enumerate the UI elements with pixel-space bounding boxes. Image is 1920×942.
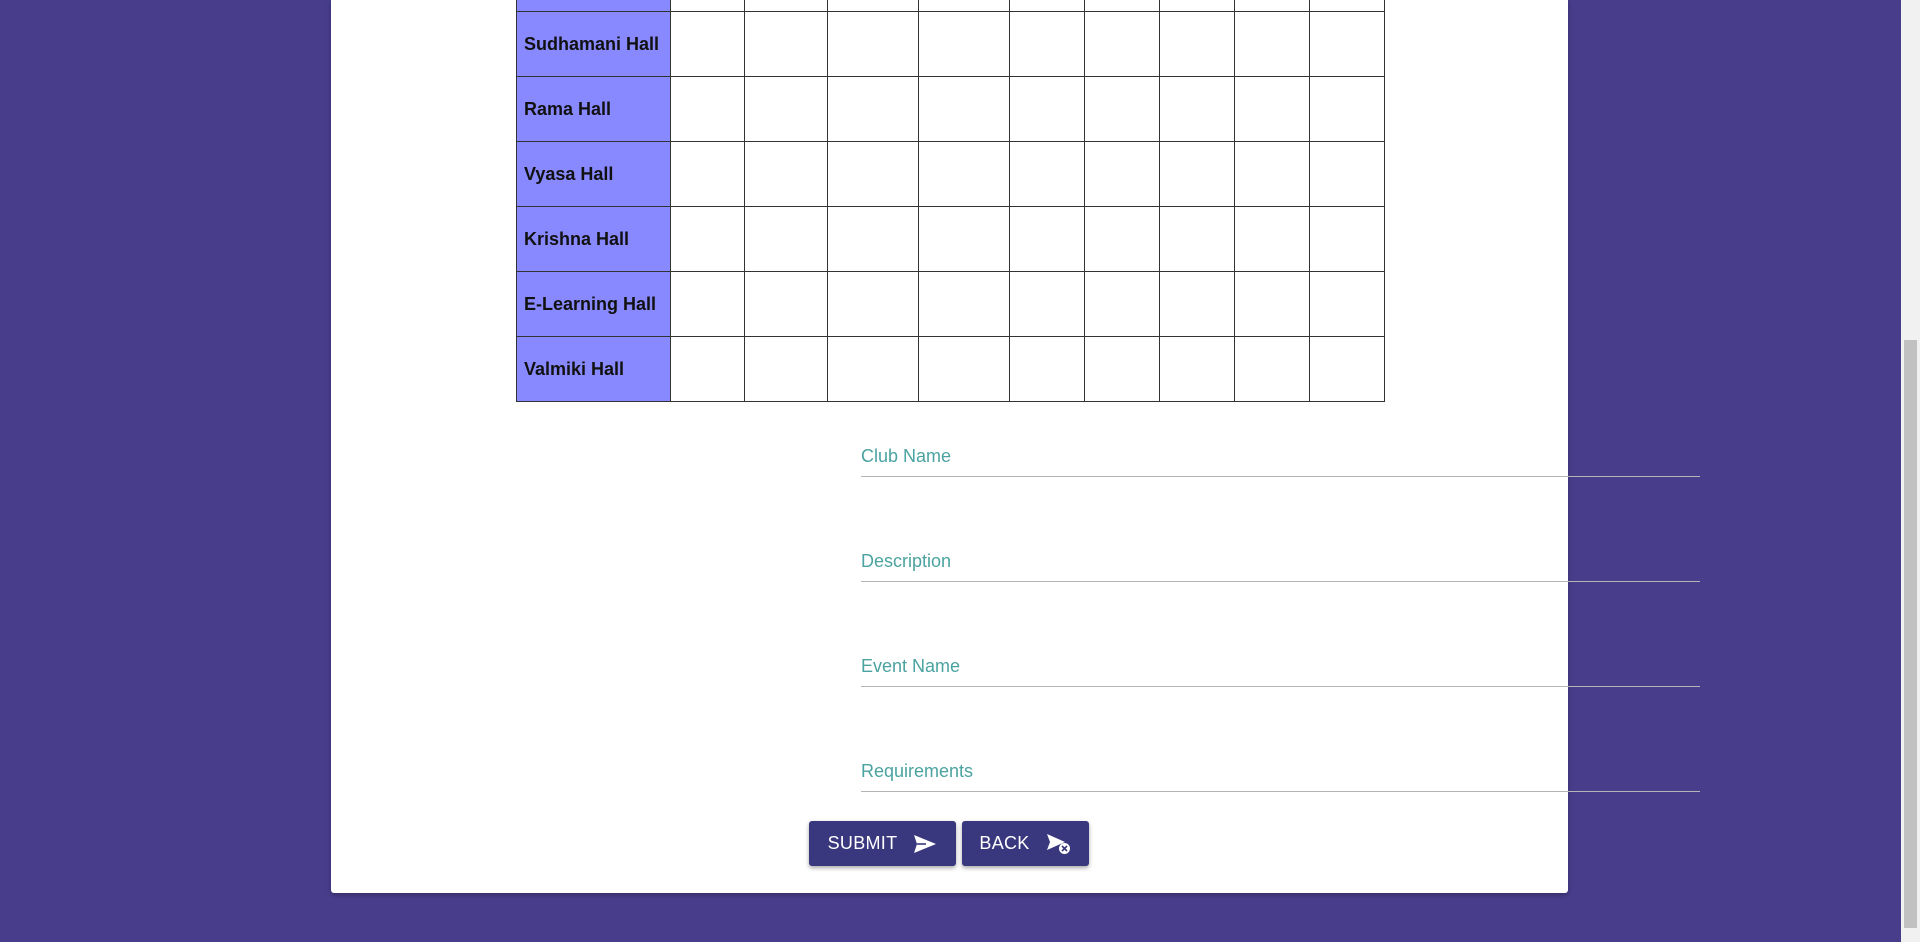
back-button[interactable]: BACK	[962, 821, 1089, 866]
slot-cell[interactable]	[1159, 0, 1235, 12]
event-name-field[interactable]	[861, 646, 1700, 687]
event-name-input[interactable]	[861, 646, 1700, 686]
hall-name-cell: Valmiki Hall	[516, 336, 671, 402]
slot-cell[interactable]	[1159, 271, 1235, 337]
slot-cell[interactable]	[1234, 76, 1310, 142]
slot-cell[interactable]	[918, 271, 1010, 337]
slot-cell[interactable]	[1159, 11, 1235, 77]
slot-cell[interactable]	[1009, 11, 1085, 77]
slot-cell[interactable]	[1009, 76, 1085, 142]
slot-cell[interactable]	[1309, 206, 1385, 272]
slot-cell[interactable]	[744, 11, 828, 77]
slot-cell[interactable]	[1159, 336, 1235, 402]
table-row: Sudhamani Hall	[516, 11, 1385, 77]
page-scrollbar[interactable]	[1901, 0, 1920, 942]
slot-cell[interactable]	[670, 271, 745, 337]
table-row: Rama Hall	[516, 76, 1385, 142]
slot-cell[interactable]	[1234, 336, 1310, 402]
table-row	[516, 0, 1385, 12]
slot-cell[interactable]	[670, 206, 745, 272]
slot-cell[interactable]	[1309, 271, 1385, 337]
slot-cell[interactable]	[827, 0, 919, 12]
slot-cell[interactable]	[918, 76, 1010, 142]
slot-cell[interactable]	[1009, 336, 1085, 402]
hall-name-cell: E-Learning Hall	[516, 271, 671, 337]
hall-name-cell: Sudhamani Hall	[516, 11, 671, 77]
slot-cell[interactable]	[1309, 76, 1385, 142]
slot-cell[interactable]	[670, 336, 745, 402]
slot-cell[interactable]	[1159, 76, 1235, 142]
club-name-input[interactable]	[861, 436, 1700, 476]
slot-cell[interactable]	[744, 206, 828, 272]
submit-button[interactable]: SUBMIT	[809, 821, 956, 866]
slot-cell[interactable]	[1084, 271, 1160, 337]
slot-cell[interactable]	[1084, 141, 1160, 207]
slot-cell[interactable]	[918, 11, 1010, 77]
requirements-input[interactable]	[861, 751, 1700, 791]
slot-cell[interactable]	[1309, 11, 1385, 77]
table-row: Krishna Hall	[516, 206, 1385, 272]
slot-cell[interactable]	[827, 141, 919, 207]
slot-cell[interactable]	[827, 11, 919, 77]
slot-cell[interactable]	[670, 141, 745, 207]
slot-cell[interactable]	[1159, 141, 1235, 207]
description-field[interactable]	[861, 541, 1700, 582]
send-icon	[913, 834, 937, 854]
table-row: Valmiki Hall	[516, 336, 1385, 402]
slot-cell[interactable]	[918, 206, 1010, 272]
slot-cell[interactable]	[1234, 141, 1310, 207]
slot-cell[interactable]	[670, 76, 745, 142]
slot-cell[interactable]	[744, 271, 828, 337]
submit-label: SUBMIT	[827, 833, 898, 853]
hall-schedule-table: Sudhamani Hall Rama Hall Vyasa Hall Krishna…	[516, 0, 1385, 402]
slot-cell[interactable]	[1084, 0, 1160, 12]
slot-cell[interactable]	[1234, 206, 1310, 272]
slot-cell[interactable]	[1084, 206, 1160, 272]
table-row: E-Learning Hall	[516, 271, 1385, 337]
slot-cell[interactable]	[827, 336, 919, 402]
slot-cell[interactable]	[1009, 206, 1085, 272]
slot-cell[interactable]	[1009, 0, 1085, 12]
slot-cell[interactable]	[744, 336, 828, 402]
slot-cell[interactable]	[1084, 76, 1160, 142]
slot-cell[interactable]	[918, 141, 1010, 207]
slot-cell[interactable]	[1309, 0, 1385, 12]
slot-cell[interactable]	[1084, 336, 1160, 402]
club-name-field[interactable]	[861, 436, 1700, 477]
slot-cell[interactable]	[1309, 141, 1385, 207]
slot-cell[interactable]	[1234, 11, 1310, 77]
hall-name-cell: Vyasa Hall	[516, 141, 671, 207]
hall-name-cell	[516, 0, 671, 12]
slot-cell[interactable]	[744, 76, 828, 142]
slot-cell[interactable]	[1009, 271, 1085, 337]
slot-cell[interactable]	[1309, 336, 1385, 402]
table-row: Vyasa Hall	[516, 141, 1385, 207]
slot-cell[interactable]	[1084, 11, 1160, 77]
cancel-send-icon	[1046, 833, 1072, 855]
slot-cell[interactable]	[918, 336, 1010, 402]
slot-cell[interactable]	[744, 0, 828, 12]
slot-cell[interactable]	[1234, 0, 1310, 12]
scrollbar-thumb[interactable]	[1904, 340, 1917, 928]
hall-name-cell: Rama Hall	[516, 76, 671, 142]
slot-cell[interactable]	[827, 271, 919, 337]
description-input[interactable]	[861, 541, 1700, 581]
hall-name-cell: Krishna Hall	[516, 206, 671, 272]
slot-cell[interactable]	[918, 0, 1010, 12]
booking-form-card: Sudhamani Hall Rama Hall Vyasa Hall Krishna…	[331, 0, 1700, 893]
slot-cell[interactable]	[1009, 141, 1085, 207]
slot-cell[interactable]	[744, 141, 828, 207]
slot-cell[interactable]	[1159, 206, 1235, 272]
slot-cell[interactable]	[670, 0, 745, 12]
slot-cell[interactable]	[670, 11, 745, 77]
requirements-field[interactable]	[861, 751, 1700, 792]
back-label: BACK	[979, 833, 1030, 853]
slot-cell[interactable]	[827, 76, 919, 142]
slot-cell[interactable]	[1234, 271, 1310, 337]
slot-cell[interactable]	[827, 206, 919, 272]
